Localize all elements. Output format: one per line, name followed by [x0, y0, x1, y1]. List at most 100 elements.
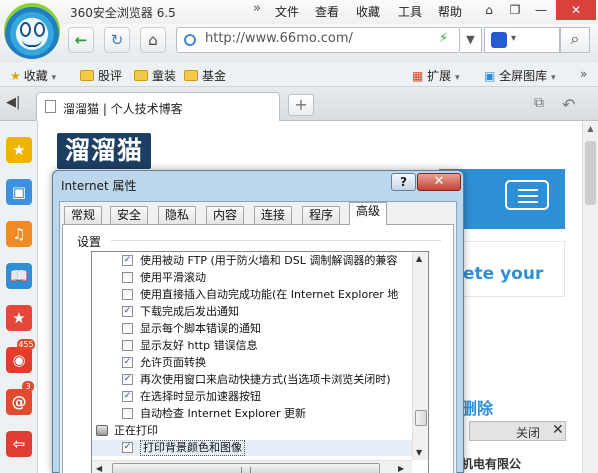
setting-label: 打印背景颜色和图像 — [140, 440, 245, 456]
fullscreen-gallery-menu[interactable]: ▣ 全屏图库 ▾ — [484, 67, 556, 84]
setting-checkbox[interactable] — [122, 408, 133, 419]
tab-advanced[interactable]: 高级 — [349, 202, 388, 225]
exit-icon[interactable]: ⇦ — [6, 431, 32, 457]
setting-row[interactable]: 使用平滑滚动 — [92, 270, 422, 286]
setting-row[interactable]: 自动检查 Internet Explorer 更新 — [92, 406, 422, 422]
setting-row[interactable]: ✓ 使用被动 FTP (用于防火墙和 DSL 调制解调器的兼容 — [92, 253, 422, 269]
setting-row[interactable]: ✓ 打印背景颜色和图像 — [92, 440, 422, 456]
title-bar: 360安全浏览器 6.5 » 文件 查看 收藏 工具 帮助 ⌂ ❐ — ✕ — [0, 0, 598, 24]
scrollbar-thumb[interactable] — [415, 410, 427, 426]
back-button[interactable]: ← — [68, 27, 94, 53]
search-engine-icon[interactable]: 🐾 — [491, 32, 507, 48]
mail-icon[interactable]: @ — [6, 389, 32, 415]
setting-checkbox[interactable] — [122, 323, 133, 334]
restore-button[interactable]: ❐ — [502, 0, 528, 20]
setting-checkbox[interactable]: ✓ — [122, 255, 133, 266]
favorite-folder-kidswear[interactable]: 童装 — [134, 67, 176, 84]
setting-row[interactable]: 显示友好 http 错误信息 — [92, 338, 422, 354]
setting-label: 下载完成后发出通知 — [140, 305, 239, 318]
scroll-up-icon[interactable]: ▲ — [416, 254, 422, 263]
tab-privacy[interactable]: 隐私 — [158, 206, 197, 224]
menu-overflow-chevron-icon[interactable]: » — [253, 1, 261, 16]
setting-checkbox[interactable] — [122, 272, 133, 283]
favorites-overflow-icon[interactable]: » — [580, 67, 587, 81]
globe-icon — [184, 34, 196, 46]
group-label: 正在打印 — [114, 424, 158, 437]
search-button[interactable]: ⌕ — [560, 27, 590, 53]
setting-checkbox[interactable]: ✓ — [122, 306, 133, 317]
tab-active[interactable]: 溜溜猫 | 个人技术博客 — [36, 92, 280, 122]
game-icon[interactable]: ▣ — [6, 179, 32, 205]
weibo-icon[interactable]: ◉ — [6, 347, 32, 373]
favorite-folder-stock[interactable]: 股评 — [80, 67, 122, 84]
scroll-up-icon[interactable]: ▲ — [583, 121, 598, 136]
extensions-menu[interactable]: ▦ 扩展 ▾ — [412, 67, 460, 84]
restore-tabs-icon[interactable]: ⧉ — [534, 95, 544, 111]
page-scrollbar[interactable]: ▲ — [582, 121, 598, 473]
hamburger-menu-icon[interactable] — [505, 180, 549, 210]
ad-close-label[interactable]: 关闭 — [516, 424, 540, 441]
scroll-down-icon[interactable]: ▼ — [416, 448, 422, 457]
favorite-folder-fund[interactable]: 基金 — [184, 67, 226, 84]
music-icon[interactable]: ♫ — [6, 221, 32, 247]
undo-close-tab-icon[interactable]: ↶ — [562, 95, 575, 114]
help-button[interactable]: ? — [391, 173, 416, 191]
delete-link[interactable]: 删除 — [461, 395, 493, 419]
sidebar-toggle-icon[interactable]: ◀| — [6, 95, 20, 110]
setting-checkbox[interactable]: ✓ — [122, 391, 133, 402]
setting-checkbox[interactable]: ✓ — [122, 357, 133, 368]
list-scrollbar[interactable]: ▲ ▼ — [412, 252, 428, 460]
shop-icon[interactable]: ★ — [6, 305, 32, 331]
pin-window-button[interactable]: ⌂ — [476, 0, 502, 20]
scrollbar-thumb[interactable] — [585, 141, 596, 205]
ad-bar: 关闭 ✕ — [469, 421, 566, 441]
tab-content[interactable]: 内容 — [206, 206, 245, 224]
ad-close-icon[interactable]: ✕ — [552, 422, 564, 438]
close-window-button[interactable]: ✕ — [556, 0, 596, 20]
address-url[interactable]: http://www.66mo.com/ — [205, 31, 353, 46]
search-input[interactable]: 🐾 ▾ — [484, 27, 560, 53]
ad-text[interactable]: 机电有限公 — [461, 455, 521, 472]
dialog-close-button[interactable]: ✕ — [417, 173, 461, 191]
setting-checkbox[interactable] — [122, 340, 133, 351]
speed-mode-icon[interactable]: ⚡ — [439, 31, 448, 46]
home-button[interactable]: ⌂ — [140, 27, 166, 53]
search-engine-dropdown-icon[interactable]: ▾ — [511, 33, 516, 44]
new-tab-button[interactable]: + — [288, 94, 314, 116]
refresh-button[interactable]: ↻ — [104, 27, 130, 53]
setting-row[interactable]: ✓ 下载完成后发出通知 — [92, 304, 422, 320]
address-dropdown-icon[interactable]: ▼ — [460, 27, 482, 53]
address-bar[interactable]: http://www.66mo.com/ ⚡ — [176, 27, 460, 53]
setting-checkbox[interactable] — [122, 289, 133, 300]
setting-row[interactable]: ✓ 再次使用窗口来启动快捷方式(当选项卡浏览关闭时) — [92, 372, 422, 388]
tab-security[interactable]: 安全 — [110, 206, 149, 224]
setting-row[interactable]: 使用直接插入自动完成功能(在 Internet Explorer 地 — [92, 287, 422, 303]
tab-connections[interactable]: 连接 — [254, 206, 293, 224]
favorites-menu[interactable]: ★ 收藏 ▾ — [10, 67, 56, 84]
setting-checkbox[interactable]: ✓ — [122, 374, 133, 385]
setting-checkbox[interactable]: ✓ — [122, 442, 133, 453]
site-logo[interactable]: 溜溜猫 — [57, 133, 151, 169]
tab-programs[interactable]: 程序 — [302, 206, 341, 224]
tab-general[interactable]: 常规 — [64, 206, 103, 224]
scrollbar-thumb[interactable] — [112, 463, 380, 473]
menu-tools[interactable]: 工具 — [398, 3, 422, 20]
menu-help[interactable]: 帮助 — [438, 3, 462, 20]
side-toolbar: ★ ▣ ♫ 📖 ★ ◉ 455 @ 3 ⇦ — [0, 121, 38, 473]
menu-file[interactable]: 文件 — [275, 3, 299, 20]
setting-label: 自动检查 Internet Explorer 更新 — [140, 407, 306, 420]
minimize-button[interactable]: — — [528, 0, 554, 20]
folder-label: 基金 — [202, 69, 227, 83]
scroll-right-icon[interactable]: ▶ — [398, 464, 404, 473]
menu-view[interactable]: 查看 — [315, 3, 339, 20]
list-horizontal-scrollbar[interactable]: ◀ ▶ — [92, 460, 412, 473]
favorites-star-icon[interactable]: ★ — [6, 137, 32, 163]
reader-icon[interactable]: 📖 — [6, 263, 32, 289]
menu-favorites[interactable]: 收藏 — [356, 3, 380, 20]
setting-row[interactable]: ✓ 允许页面转换 — [92, 355, 422, 371]
setting-row[interactable]: 显示每个脚本错误的通知 — [92, 321, 422, 337]
scroll-left-icon[interactable]: ◀ — [96, 464, 102, 473]
setting-row[interactable]: ✓ 在选择时显示加速器按钮 — [92, 389, 422, 405]
settings-list[interactable]: ✓ 使用被动 FTP (用于防火墙和 DSL 调制解调器的兼容 使用平滑滚动 使… — [91, 251, 429, 473]
app-title: 360安全浏览器 6.5 — [70, 6, 176, 20]
